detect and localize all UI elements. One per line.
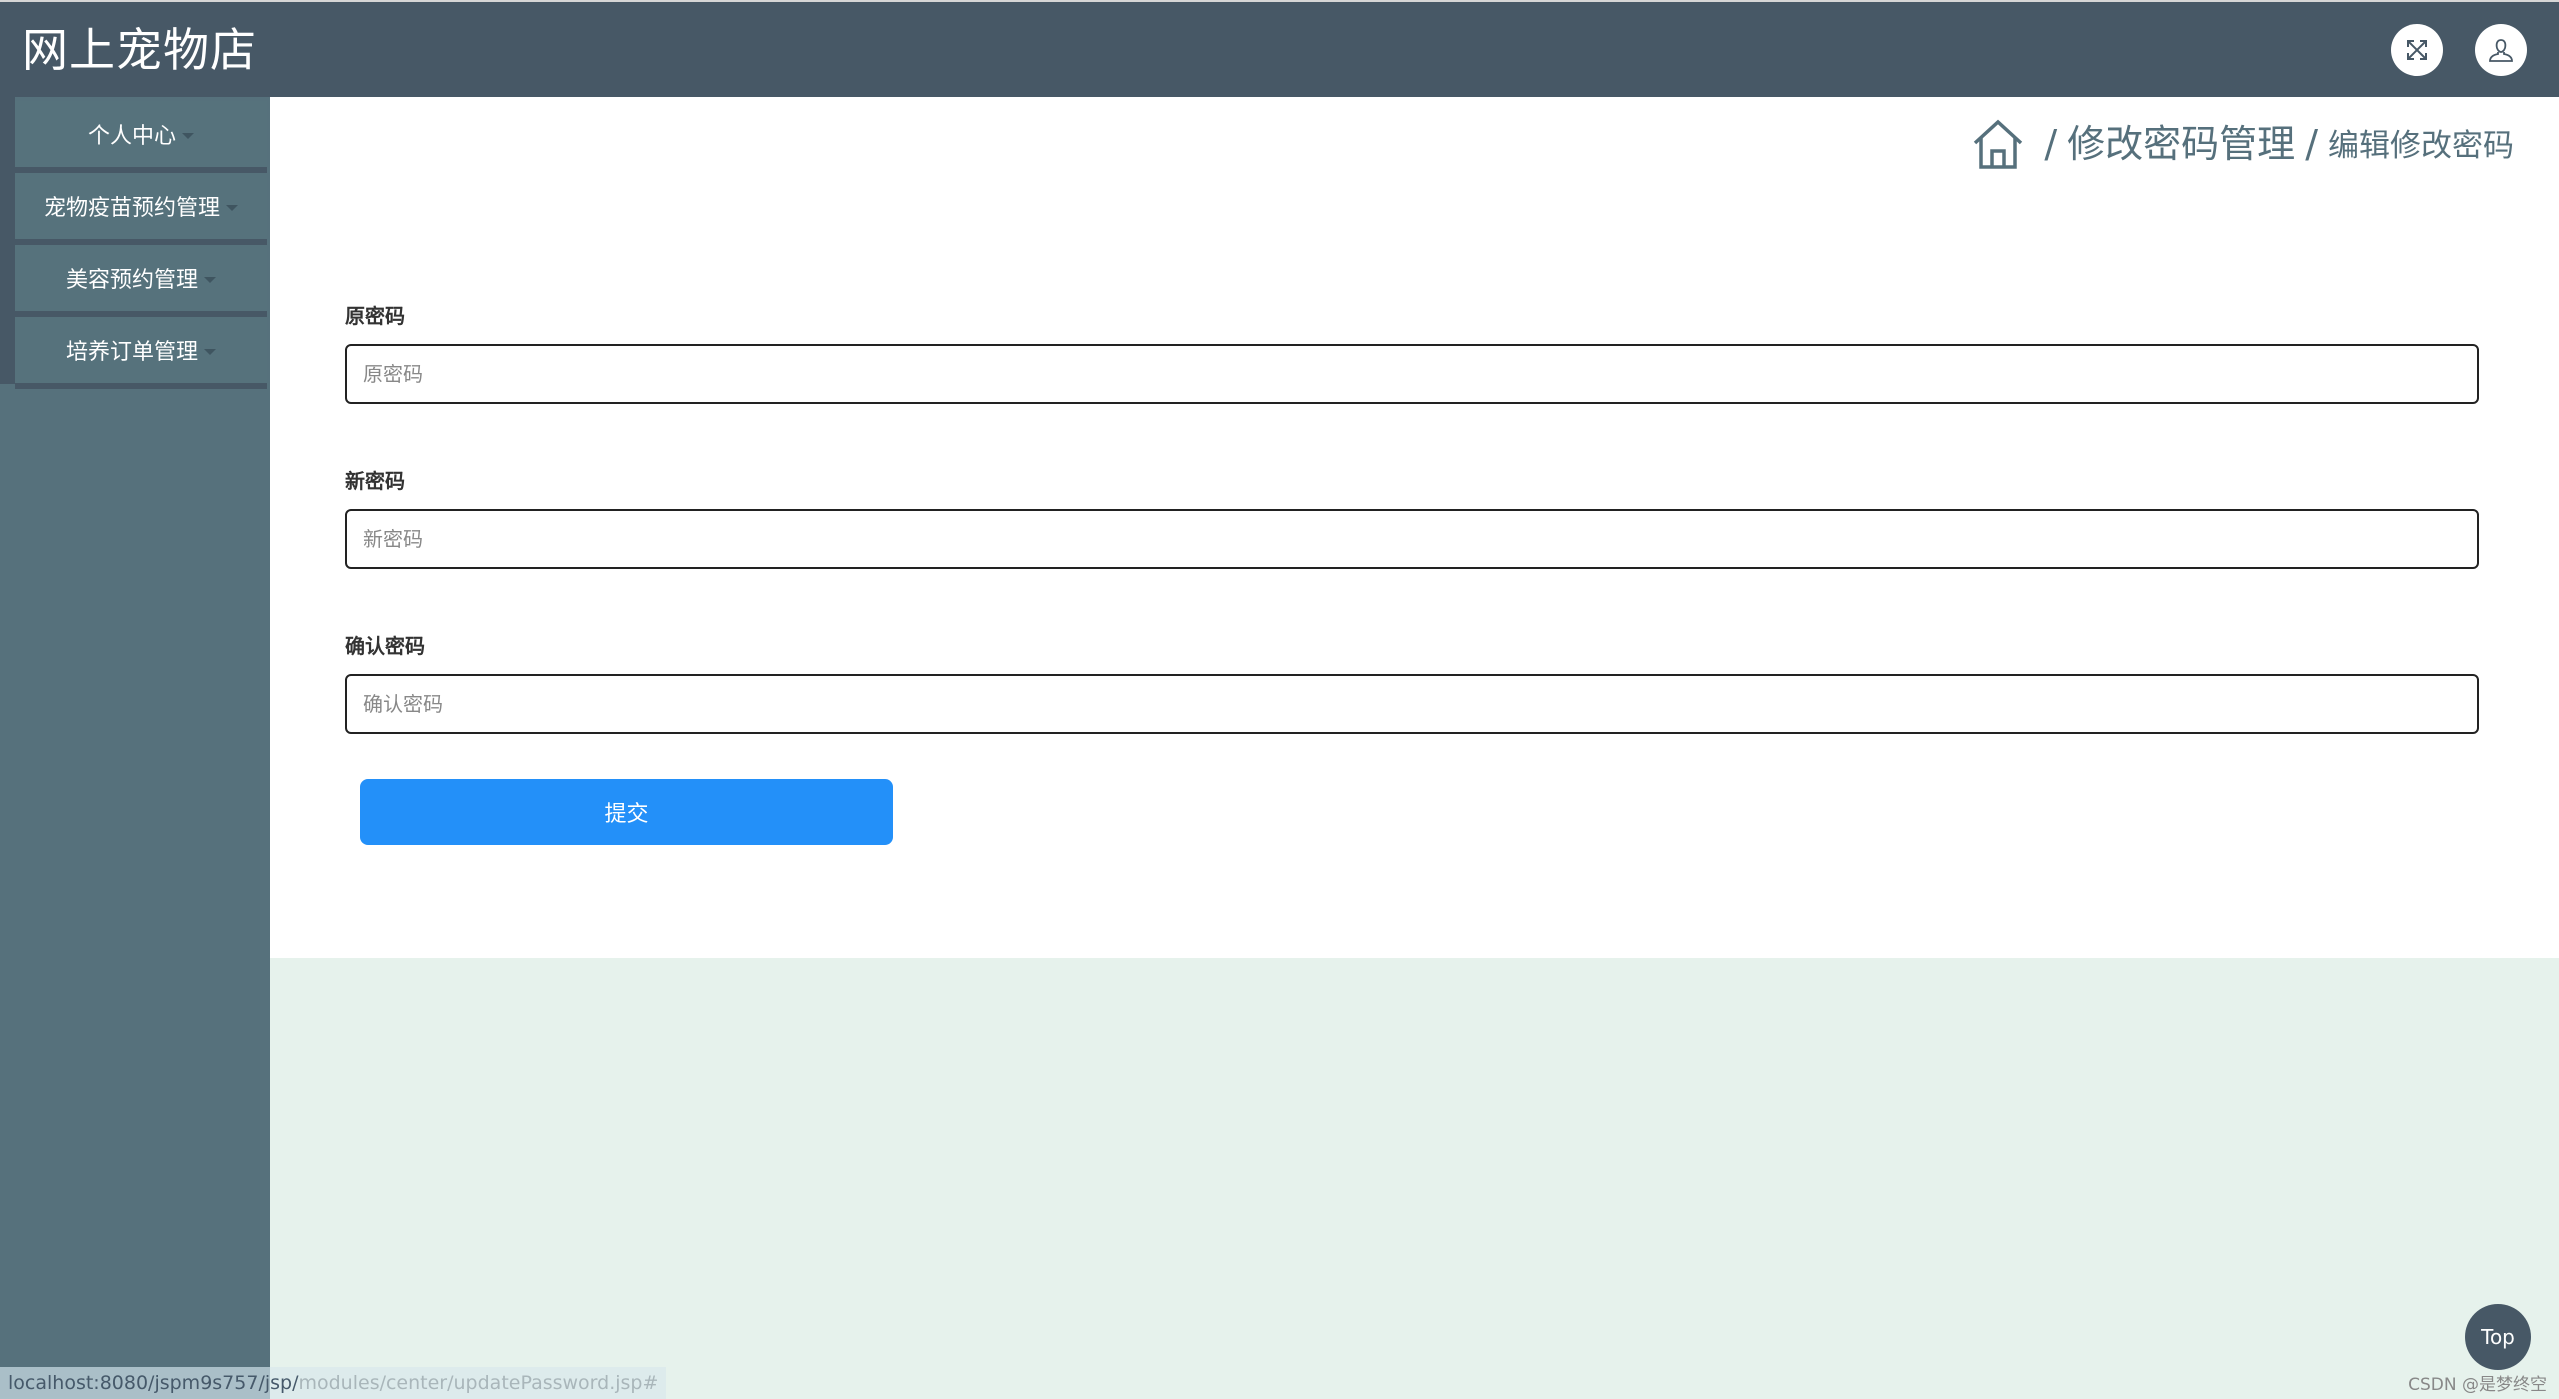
sidebar-item-label: 培养订单管理 xyxy=(65,340,198,365)
sidebar-item-personal-center[interactable]: 个人中心 xyxy=(15,101,267,167)
sidebar-item-label: 美容预约管理 xyxy=(65,268,198,293)
sidebar-item-label: 宠物疫苗预约管理 xyxy=(43,196,220,221)
old-password-input[interactable] xyxy=(345,344,2479,404)
breadcrumb: / 修改密码管理 / 编辑修改密码 xyxy=(1972,118,2514,170)
caret-down-icon xyxy=(226,205,238,211)
caret-down-icon xyxy=(204,349,216,355)
watermark: CSDN @是梦终空 xyxy=(2408,1375,2547,1395)
new-password-label: 新密码 xyxy=(345,469,405,493)
sidebar-item-vaccine-appointments[interactable]: 宠物疫苗预约管理 xyxy=(15,173,267,239)
top-header: 网上宠物店 xyxy=(0,2,2559,97)
user-icon xyxy=(2489,39,2513,62)
breadcrumb-separator: / xyxy=(2044,122,2058,166)
home-icon[interactable] xyxy=(1972,118,2024,170)
back-to-top-button[interactable]: Top xyxy=(2465,1304,2531,1370)
caret-down-icon xyxy=(204,277,216,283)
sidebar-item-label: 个人中心 xyxy=(87,124,176,149)
confirm-password-input[interactable] xyxy=(345,674,2479,734)
app-title: 网上宠物店 xyxy=(22,23,257,77)
status-url-suffix: modules/center/updatePassword.jsp# xyxy=(298,1372,659,1394)
status-url-prefix: localhost:8080/jspm9s757/jsp/ xyxy=(8,1372,299,1394)
old-password-label: 原密码 xyxy=(345,304,405,328)
confirm-password-label: 确认密码 xyxy=(345,634,425,658)
breadcrumb-password-management[interactable]: 修改密码管理 xyxy=(2067,118,2295,170)
user-menu-button[interactable] xyxy=(2475,24,2527,76)
sidebar-item-breeding-orders[interactable]: 培养订单管理 xyxy=(15,317,267,383)
submit-button[interactable]: 提交 xyxy=(360,779,893,845)
breadcrumb-edit-password: 编辑修改密码 xyxy=(2328,128,2514,164)
breadcrumb-separator: / xyxy=(2305,122,2318,166)
sidebar-edge xyxy=(0,97,15,384)
sidebar-divider xyxy=(15,383,267,389)
browser-status-url: localhost:8080/jspm9s757/jsp/modules/cen… xyxy=(0,1367,667,1399)
sidebar-item-grooming-appointments[interactable]: 美容预约管理 xyxy=(15,245,267,311)
fullscreen-button[interactable] xyxy=(2391,24,2443,76)
new-password-input[interactable] xyxy=(345,509,2479,569)
caret-down-icon xyxy=(182,133,194,139)
expand-arrows-icon xyxy=(2407,40,2427,60)
